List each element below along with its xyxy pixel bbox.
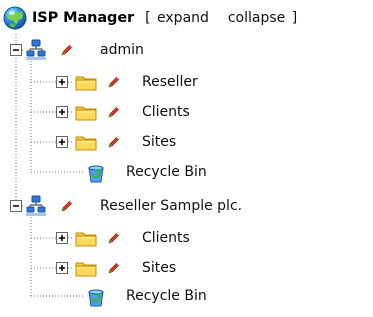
pencil-icon[interactable] bbox=[106, 260, 122, 276]
isp-manager-tree: ISP Manager [ expand collapse ] admin Re… bbox=[0, 0, 373, 317]
recycle-bin-icon[interactable] bbox=[84, 161, 108, 185]
minus-box-icon[interactable] bbox=[10, 200, 22, 212]
collapse-all-link[interactable]: collapse bbox=[228, 10, 285, 26]
root-title: ISP Manager bbox=[32, 10, 135, 26]
plus-box-icon[interactable] bbox=[56, 106, 68, 118]
globe-icon bbox=[3, 6, 27, 30]
pencil-icon[interactable] bbox=[106, 230, 122, 246]
folder-icon bbox=[75, 106, 97, 121]
tree-expand-collapse-controls: [ expand collapse ] bbox=[143, 10, 299, 26]
open-bracket: [ bbox=[145, 10, 151, 26]
plus-box-icon[interactable] bbox=[56, 136, 68, 148]
pencil-icon[interactable] bbox=[106, 134, 122, 150]
network-icon bbox=[26, 39, 46, 60]
pencil-icon[interactable] bbox=[106, 104, 122, 120]
plus-box-icon[interactable] bbox=[56, 262, 68, 274]
tree-node-clients[interactable]: Clients bbox=[142, 103, 190, 121]
tree-node-reseller-sites[interactable]: Sites bbox=[142, 259, 176, 277]
tree-node-recycle-bin[interactable]: Recycle Bin bbox=[126, 163, 207, 181]
folder-icon bbox=[75, 232, 97, 247]
tree-node-reseller[interactable]: Reseller bbox=[142, 73, 198, 91]
minus-box-icon[interactable] bbox=[10, 44, 22, 56]
tree-root-row: ISP Manager [ expand collapse ] bbox=[0, 2, 299, 34]
tree-node-reseller-recycle-bin[interactable]: Recycle Bin bbox=[126, 287, 207, 305]
folder-icon bbox=[75, 136, 97, 151]
network-icon bbox=[26, 195, 46, 216]
tree-node-admin[interactable]: admin bbox=[100, 41, 144, 59]
pencil-icon[interactable] bbox=[59, 198, 75, 214]
plus-box-icon[interactable] bbox=[56, 76, 68, 88]
plus-box-icon[interactable] bbox=[56, 232, 68, 244]
folder-icon bbox=[75, 76, 97, 91]
tree-node-reseller-sample-plc[interactable]: Reseller Sample plc. bbox=[100, 197, 242, 215]
expand-all-link[interactable]: expand bbox=[157, 10, 209, 26]
recycle-bin-icon[interactable] bbox=[84, 285, 108, 309]
tree-node-sites[interactable]: Sites bbox=[142, 133, 176, 151]
pencil-icon[interactable] bbox=[59, 42, 75, 58]
tree-node-reseller-clients[interactable]: Clients bbox=[142, 229, 190, 247]
folder-icon bbox=[75, 262, 97, 277]
close-bracket: ] bbox=[291, 10, 298, 26]
pencil-icon[interactable] bbox=[106, 74, 122, 90]
